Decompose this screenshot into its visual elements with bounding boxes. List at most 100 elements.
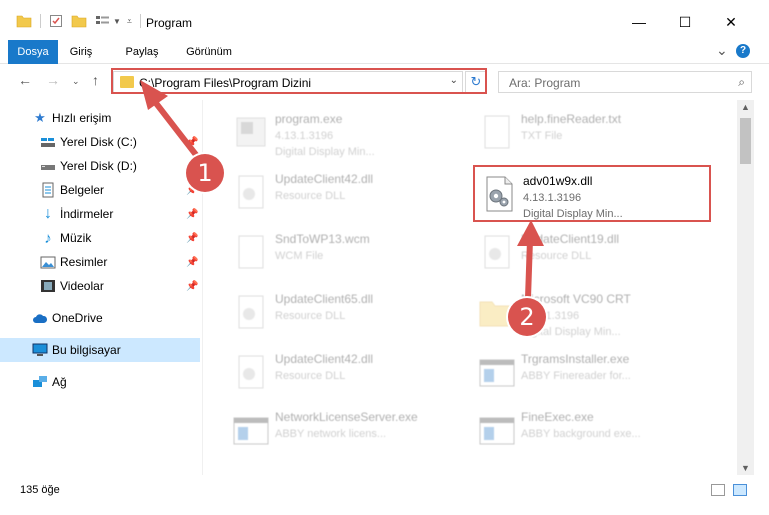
file-item[interactable]: program.exe 4.13.1.3196 Digital Display … <box>231 108 477 164</box>
new-folder-icon[interactable] <box>71 14 87 28</box>
tab-gorunum[interactable]: Görünüm <box>178 40 240 64</box>
help-icon[interactable]: ? <box>736 44 750 58</box>
sidebar-item-this-pc[interactable]: Bu bilgisayar <box>0 338 200 362</box>
tab-dosya[interactable]: Dosya <box>8 40 58 64</box>
pin-icon[interactable]: 📌 <box>186 257 198 268</box>
file-name: program.exe <box>275 112 343 126</box>
recent-locations-icon[interactable]: ⌄ <box>72 76 80 87</box>
pin-icon[interactable]: 📌 <box>186 233 198 244</box>
file-name: TrgramsInstaller.exe <box>521 352 630 366</box>
file-item[interactable]: UpdateClient19.dll Resource DLL <box>477 228 723 284</box>
tab-paylas[interactable]: Paylaş <box>118 40 166 64</box>
quick-access-toolbar: ▼ ⩡ <box>16 12 141 30</box>
network-icon <box>32 374 48 390</box>
sidebar-item-quick-access[interactable]: ★ Hızlı erişim <box>0 106 200 130</box>
sidebar-item-label: Müzik <box>60 231 92 245</box>
title-bar: ▼ ⩡ Program — ☐ ✕ <box>0 0 769 40</box>
view-options-icon[interactable] <box>95 14 111 28</box>
videos-icon <box>40 278 56 294</box>
file-highlight-box <box>473 165 711 222</box>
computer-icon <box>32 342 48 358</box>
sidebar-item-label: Resimler <box>60 255 108 269</box>
cloud-icon <box>32 310 48 326</box>
file-item[interactable]: UpdateClient42.dll Resource DLL <box>231 348 477 404</box>
properties-icon[interactable] <box>49 14 63 28</box>
qa-dropdown-icon[interactable]: ▼ <box>113 17 121 26</box>
sidebar-item-label: Yerel Disk (C:) <box>60 135 137 149</box>
search-box[interactable]: Ara: Program ⌕ <box>498 71 752 93</box>
address-highlight-box <box>111 68 487 94</box>
drive-icon <box>40 158 56 174</box>
customize-toolbar-icon[interactable]: ⩡ <box>127 16 132 27</box>
maximize-button[interactable]: ☐ <box>670 10 700 34</box>
file-item[interactable]: FineExec.exe ABBY background exe... <box>477 406 723 462</box>
file-description: ABBY background exe... <box>521 428 641 440</box>
file-item[interactable]: NetworkLicenseServer.exe ABBY network li… <box>231 406 477 462</box>
sidebar-item-label: Ağ <box>52 375 67 389</box>
dll-icon <box>238 175 264 209</box>
tab-giris[interactable]: Giriş <box>60 40 102 64</box>
file-item[interactable]: UpdateClient65.dll Resource DLL <box>231 288 477 344</box>
pin-icon[interactable]: 📌 <box>186 281 198 292</box>
documents-icon <box>40 182 56 198</box>
close-button[interactable]: ✕ <box>716 10 746 34</box>
file-item[interactable]: help.fineReader.txt TXT File <box>477 108 723 164</box>
file-type: Resource DLL <box>275 190 346 202</box>
file-version: 4.13.1.3196 <box>275 130 334 142</box>
sidebar-item-disk-c[interactable]: Yerel Disk (C:) 📌 <box>0 130 200 154</box>
file-item[interactable]: SndToWP13.wcm WCM File <box>231 228 477 284</box>
dll-icon <box>484 235 510 269</box>
scroll-down-icon[interactable]: ▼ <box>741 463 750 473</box>
pin-icon[interactable]: 📌 <box>186 137 198 148</box>
scroll-up-icon[interactable]: ▲ <box>741 102 750 112</box>
back-arrow-icon[interactable]: ← <box>18 72 32 88</box>
file-name: UpdateClient19.dll <box>521 232 620 246</box>
file-name: FineExec.exe <box>521 410 594 424</box>
scroll-thumb[interactable] <box>740 118 751 164</box>
sidebar-item-network[interactable]: Ağ <box>0 370 200 394</box>
star-icon: ★ <box>34 110 46 125</box>
sidebar-item-videos[interactable]: Videolar 📌 <box>0 274 200 298</box>
file-type: Resource DLL <box>275 310 346 322</box>
file-type: Resource DLL <box>275 370 346 382</box>
file-item[interactable]: UpdateClient42.dll Resource DLL <box>231 168 477 224</box>
expand-ribbon-icon[interactable]: ⌄ <box>716 42 728 59</box>
callout-badge-1: 1 <box>186 154 224 192</box>
search-input[interactable]: Ara: Program <box>509 76 580 90</box>
pin-icon[interactable]: 📌 <box>186 209 198 220</box>
download-icon: ↓ <box>44 205 52 222</box>
pictures-icon <box>40 254 56 270</box>
forward-arrow-icon[interactable]: → <box>46 72 60 88</box>
sidebar-item-label: Hızlı erişim <box>52 111 112 125</box>
dll-icon <box>238 295 264 329</box>
sidebar-item-onedrive[interactable]: OneDrive <box>0 306 200 330</box>
sidebar-item-pictures[interactable]: Resimler 📌 <box>0 250 200 274</box>
sidebar-item-downloads[interactable]: ↓ İndirmeler 📌 <box>0 202 200 226</box>
details-view-icon[interactable] <box>711 484 725 496</box>
file-description: ABBY Finereader for... <box>521 370 631 382</box>
folder-icon[interactable] <box>16 14 32 28</box>
file-name: UpdateClient65.dll <box>275 292 374 306</box>
vertical-scrollbar[interactable]: ▲ ▼ <box>737 100 754 475</box>
sidebar-item-label: Yerel Disk (D:) <box>60 159 137 173</box>
music-icon: ♪ <box>44 229 52 247</box>
up-arrow-icon[interactable]: ↑ <box>92 72 99 88</box>
tiles-view-icon[interactable] <box>733 484 747 496</box>
window-title: Program <box>146 16 193 30</box>
sidebar-item-documents[interactable]: Belgeler 📌 <box>0 178 200 202</box>
drive-icon <box>40 134 56 150</box>
ribbon-tabs: Dosya Giriş Paylaş Görünüm ⌄ ? <box>0 40 769 64</box>
file-description: ABBY network licens... <box>275 428 387 440</box>
sidebar-item-label: Bu bilgisayar <box>52 343 121 357</box>
minimize-button[interactable]: — <box>624 10 654 34</box>
sidebar-item-label: Videolar <box>60 279 104 293</box>
file-item[interactable]: TrgramsInstaller.exe ABBY Finereader for… <box>477 348 723 404</box>
exe-icon <box>236 117 266 147</box>
file-name: NetworkLicenseServer.exe <box>275 410 418 424</box>
text-file-icon <box>484 115 510 149</box>
status-bar: 135 öğe <box>0 478 769 500</box>
search-icon: ⌕ <box>738 75 745 89</box>
sidebar-item-music[interactable]: ♪ Müzik 📌 <box>0 226 200 250</box>
file-name: SndToWP13.wcm <box>275 232 370 246</box>
sidebar-item-disk-d[interactable]: Yerel Disk (D:) 📌 <box>0 154 200 178</box>
